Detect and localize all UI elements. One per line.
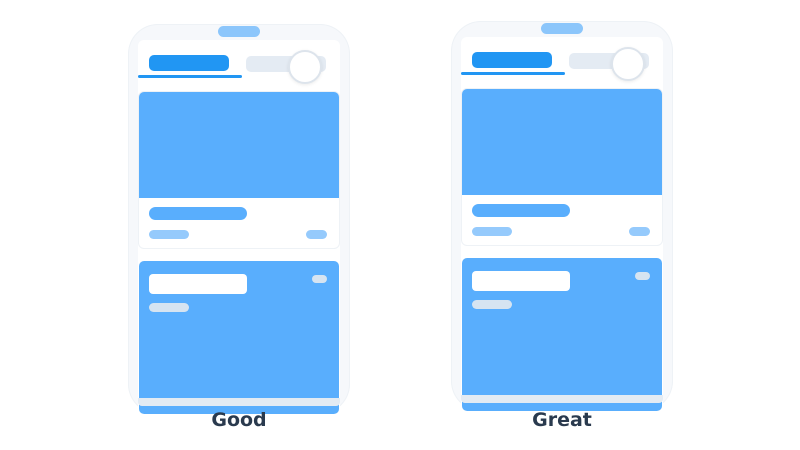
featured-meta-placeholder — [472, 300, 512, 309]
card-meta-placeholder — [149, 230, 189, 239]
phone-bottom-bezel — [138, 398, 340, 406]
phone-speaker — [218, 26, 260, 37]
card-badge-placeholder — [306, 230, 327, 239]
card-image-placeholder — [139, 92, 339, 198]
card-title-placeholder — [149, 207, 247, 220]
tab-active[interactable] — [472, 52, 552, 68]
featured-title-placeholder — [149, 274, 247, 294]
content-card[interactable] — [462, 89, 662, 245]
mockup-caption-great: Great — [532, 409, 592, 431]
tab-underline-indicator — [461, 72, 565, 75]
tab-underline-indicator — [138, 75, 242, 78]
featured-title-placeholder — [472, 271, 570, 291]
touch-indicator-icon — [288, 50, 322, 84]
comparison-stage: Good Great — [0, 0, 800, 450]
card-title-placeholder — [472, 204, 570, 217]
featured-badge-placeholder — [635, 272, 650, 280]
phone-mockup-great — [451, 21, 673, 411]
featured-card[interactable] — [462, 258, 662, 411]
phone-screen — [138, 40, 340, 414]
phone-bottom-bezel — [461, 395, 663, 403]
mockup-caption-good: Good — [211, 409, 267, 431]
phone-screen — [461, 37, 663, 411]
tab-active[interactable] — [149, 55, 229, 71]
card-badge-placeholder — [629, 227, 650, 236]
featured-card[interactable] — [139, 261, 339, 414]
touch-indicator-icon — [611, 47, 645, 81]
card-meta-placeholder — [472, 227, 512, 236]
phone-speaker — [541, 23, 583, 34]
featured-badge-placeholder — [312, 275, 327, 283]
phone-mockup-good — [128, 24, 350, 414]
content-card[interactable] — [139, 92, 339, 248]
featured-meta-placeholder — [149, 303, 189, 312]
card-image-placeholder — [462, 89, 662, 195]
